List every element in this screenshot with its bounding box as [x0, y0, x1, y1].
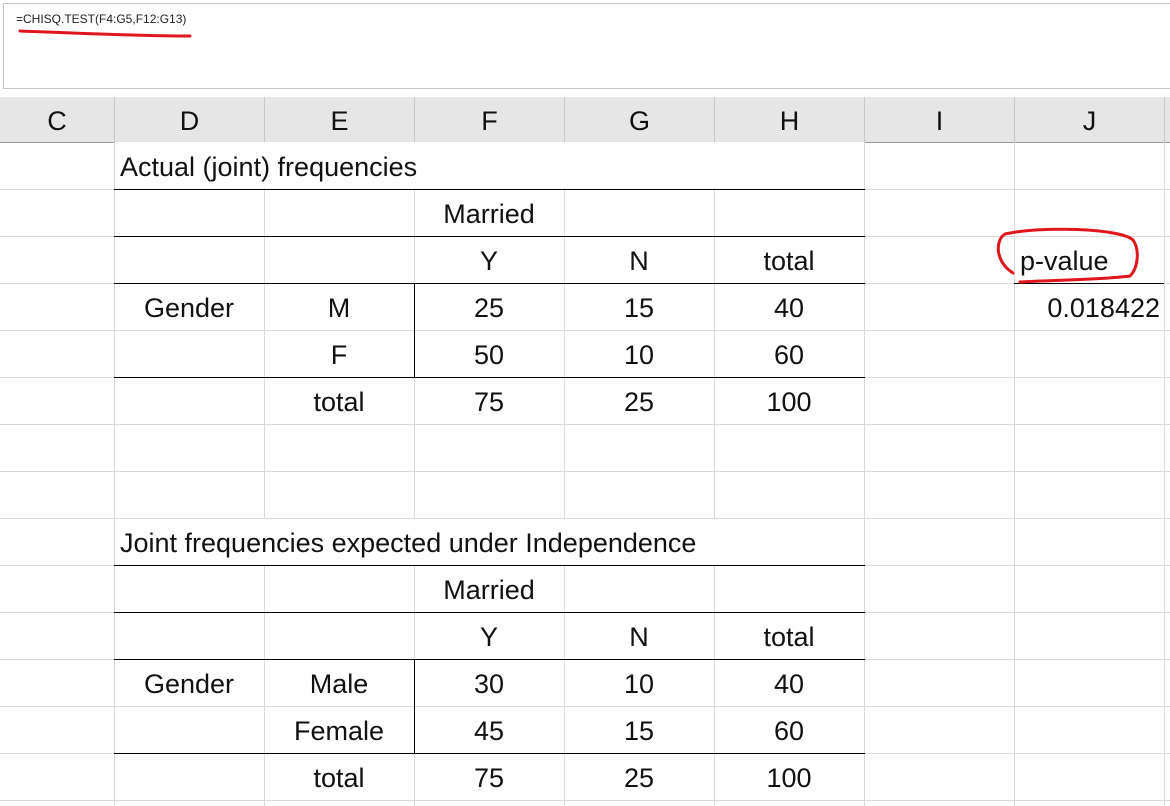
expected-gender-label: Gender — [114, 659, 264, 706]
actual-cell: 25 — [564, 377, 714, 424]
expected-cell: 40 — [714, 659, 864, 706]
column-header-f[interactable]: F — [415, 97, 565, 142]
column-header-c[interactable]: C — [0, 97, 115, 142]
formula-bar[interactable]: =CHISQ.TEST(F4:G5,F12:G13) — [3, 3, 1170, 89]
expected-cell: 100 — [714, 753, 864, 800]
expected-cell: 15 — [564, 706, 714, 753]
expected-col-total: total — [714, 612, 864, 659]
actual-row-label: F — [264, 330, 414, 377]
actual-col-y: Y — [414, 236, 564, 283]
expected-cell: 60 — [714, 706, 864, 753]
expected-row-label: Female — [264, 706, 414, 753]
expected-cell: 75 — [414, 753, 564, 800]
actual-table-title: Actual (joint) frequencies — [114, 142, 417, 189]
expected-married-header: Married — [414, 565, 564, 612]
actual-cell: 75 — [414, 377, 564, 424]
expected-row-label: Male — [264, 659, 414, 706]
actual-cell: 40 — [714, 283, 864, 330]
column-header-d[interactable]: D — [115, 97, 265, 142]
actual-cell: 100 — [714, 377, 864, 424]
expected-cell: 30 — [414, 659, 564, 706]
column-header-i[interactable]: I — [865, 97, 1015, 142]
expected-table-title: Joint frequencies expected under Indepen… — [114, 518, 696, 565]
actual-row-label: M — [264, 283, 414, 330]
expected-cell: 25 — [564, 753, 714, 800]
expected-cell: 45 — [414, 706, 564, 753]
expected-col-n: N — [564, 612, 714, 659]
actual-cell: 25 — [414, 283, 564, 330]
actual-gender-label: Gender — [114, 283, 264, 330]
column-header-g[interactable]: G — [565, 97, 715, 142]
actual-cell: 10 — [564, 330, 714, 377]
expected-row-label: total — [264, 753, 414, 800]
actual-cell: 60 — [714, 330, 864, 377]
actual-married-header: Married — [414, 189, 564, 236]
actual-col-total: total — [714, 236, 864, 283]
expected-col-y: Y — [414, 612, 564, 659]
column-header-row: C D E F G H I J — [0, 97, 1170, 143]
cell-grid[interactable]: Actual (joint) frequencies Married Y N t… — [0, 142, 1170, 806]
formula-text[interactable]: =CHISQ.TEST(F4:G5,F12:G13) — [16, 12, 186, 26]
p-value-cell[interactable]: 0.018422 — [1014, 283, 1170, 330]
column-header-h[interactable]: H — [715, 97, 865, 142]
p-value-label: p-value — [1014, 236, 1109, 283]
column-header-j[interactable]: J — [1015, 97, 1165, 142]
actual-row-label: total — [264, 377, 414, 424]
actual-cell: 50 — [414, 330, 564, 377]
actual-col-n: N — [564, 236, 714, 283]
expected-cell: 10 — [564, 659, 714, 706]
column-header-e[interactable]: E — [265, 97, 415, 142]
actual-cell: 15 — [564, 283, 714, 330]
